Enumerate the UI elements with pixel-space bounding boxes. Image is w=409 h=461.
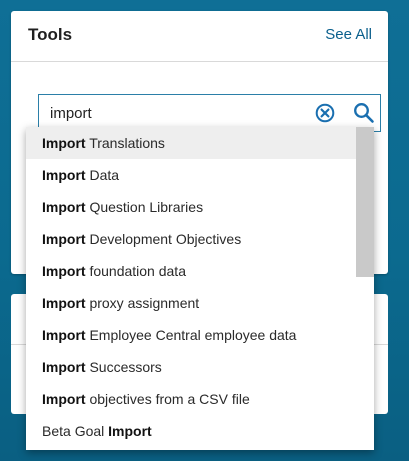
clear-search-icon[interactable] [315,103,335,123]
suggestion-item[interactable]: Import objectives from a CSV file [26,383,356,415]
suggestion-item[interactable]: Import Translations [26,127,356,159]
see-all-link[interactable]: See All [325,26,372,43]
search-suggestions-dropdown: Import Translations Import Data Import Q… [26,127,374,450]
suggestion-item[interactable]: Import Data [26,159,356,191]
suggestion-item[interactable]: Import Development Objectives [26,223,356,255]
suggestion-item[interactable]: Import proxy assignment [26,287,356,319]
suggestion-item[interactable]: Import Employee Central employee data [26,319,356,351]
suggestion-item[interactable]: Import Successors [26,351,356,383]
search-icon[interactable] [353,102,375,124]
tools-card-header: Tools See All [11,11,388,61]
suggestion-item[interactable]: Import Question Libraries [26,191,356,223]
suggestion-item[interactable]: Import foundation data [26,255,356,287]
header-divider [11,61,388,62]
dropdown-scrollbar-thumb[interactable] [356,127,374,277]
suggestion-item[interactable]: Beta Goal Import [26,415,356,447]
tools-search-input[interactable] [39,95,320,131]
suggestions-list: Import Translations Import Data Import Q… [26,127,356,447]
tools-title: Tools [28,25,73,44]
